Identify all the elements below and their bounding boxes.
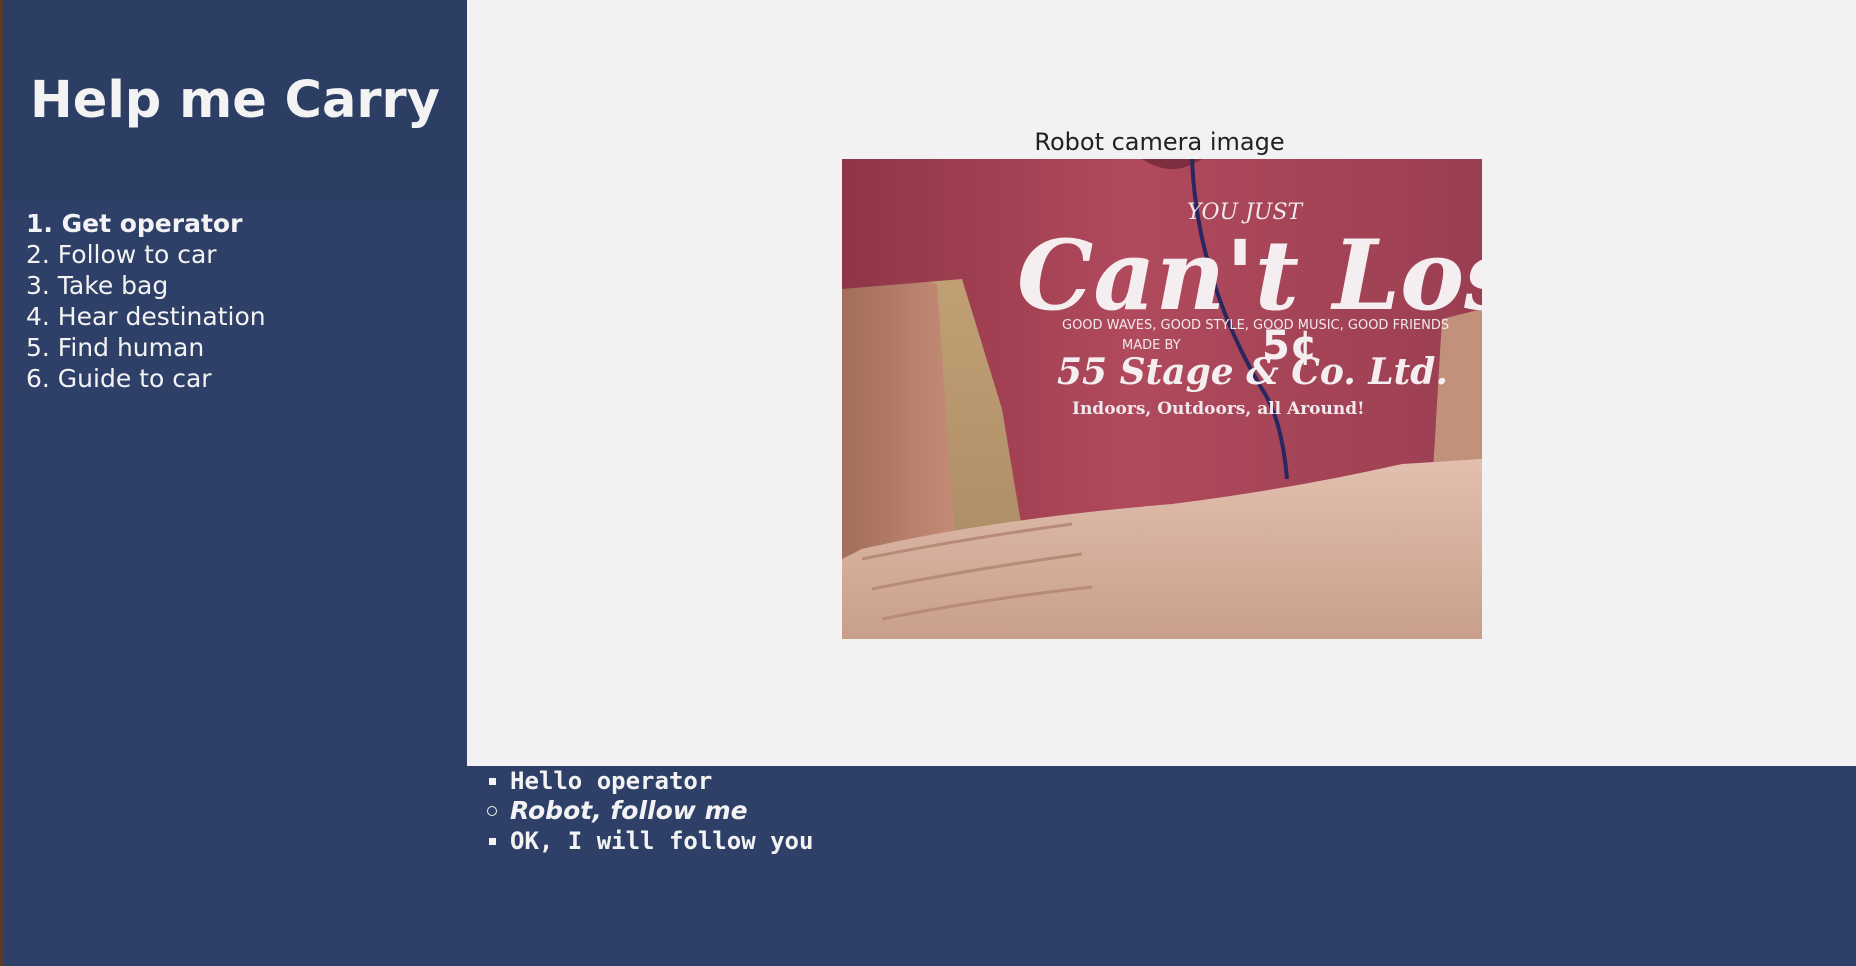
shirt-tagline: Indoors, Outdoors, all Around!: [1072, 399, 1365, 419]
robot-bullet-icon: [487, 766, 501, 796]
conversation-log: Hello operator Robot, follow me OK, I wi…: [467, 766, 1856, 966]
robot-message: OK, I will follow you: [510, 827, 814, 855]
step-hear-destination: 4. Hear destination: [26, 302, 266, 331]
robot-bullet-icon: [487, 826, 501, 856]
conversation-list: Hello operator Robot, follow me OK, I wi…: [485, 766, 813, 856]
step-find-human: 5. Find human: [26, 333, 205, 362]
app-title: Help me Carry: [30, 71, 440, 130]
shirt-maker: 55 Stage & Co. Ltd.: [1057, 351, 1448, 393]
task-steps-list: 1. Get operator 2. Follow to car 3. Take…: [26, 208, 266, 394]
step-follow-to-car: 2. Follow to car: [26, 240, 217, 269]
shirt-text-2: Can't Lose: [1017, 219, 1482, 332]
robot-message: Hello operator: [510, 767, 713, 795]
step-guide-to-car: 6. Guide to car: [26, 364, 212, 393]
robot-camera-image: YOU JUST Can't Lose GOOD WAVES, GOOD STY…: [842, 159, 1482, 639]
camera-panel: Robot camera image YOU JUST Can't Lo GOO…: [467, 0, 1856, 766]
step-get-operator: 1. Get operator: [26, 209, 243, 238]
human-message: Robot, follow me: [510, 796, 748, 825]
sidebar-header: Help me Carry: [3, 0, 467, 200]
human-bullet-icon: [487, 796, 501, 826]
camera-photo: YOU JUST Can't Lose GOOD WAVES, GOOD STY…: [842, 159, 1482, 639]
sidebar: Help me Carry 1. Get operator 2. Follow …: [3, 0, 467, 966]
step-take-bag: 3. Take bag: [26, 271, 169, 300]
conversation-item-human: Robot, follow me: [485, 796, 813, 826]
conversation-item-robot: Hello operator: [485, 766, 813, 796]
shirt-text-3: GOOD WAVES, GOOD STYLE, GOOD MUSIC, GOOD…: [1062, 318, 1449, 333]
conversation-item-robot: OK, I will follow you: [485, 826, 813, 856]
camera-caption: Robot camera image: [1034, 128, 1285, 156]
